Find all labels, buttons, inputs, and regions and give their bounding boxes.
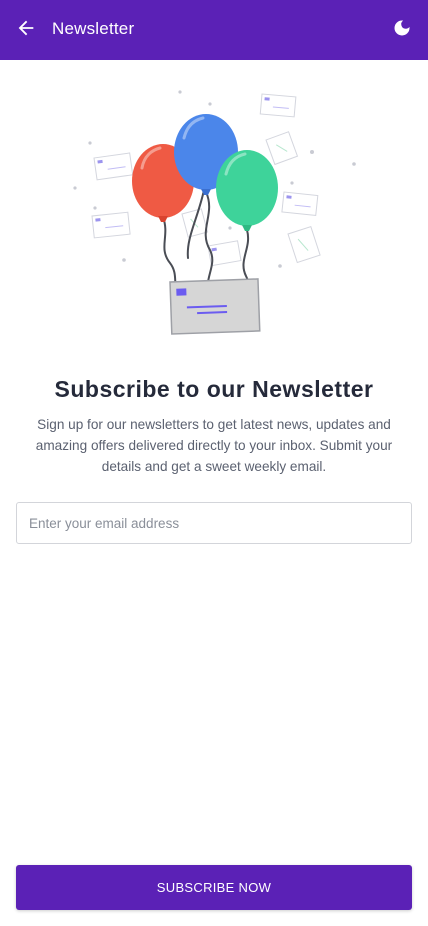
green-balloon bbox=[216, 150, 278, 231]
balloons-carrying-envelope-illustration bbox=[70, 88, 360, 340]
newsletter-headline: Subscribe to our Newsletter bbox=[54, 376, 374, 402]
newsletter-description: Sign up for our newsletters to get lates… bbox=[35, 417, 393, 474]
page-title: Newsletter bbox=[52, 19, 135, 38]
arrow-left-icon bbox=[15, 17, 37, 44]
email-field[interactable] bbox=[16, 502, 412, 544]
back-button[interactable] bbox=[12, 16, 40, 44]
app-bar: Newsletter bbox=[0, 0, 428, 60]
theme-toggle-button[interactable] bbox=[388, 16, 416, 44]
subscribe-button[interactable]: SUBSCRIBE NOW bbox=[16, 865, 412, 910]
newsletter-screen: Newsletter Subscribe to our Newsletter S… bbox=[0, 0, 428, 926]
moon-icon bbox=[392, 18, 412, 43]
